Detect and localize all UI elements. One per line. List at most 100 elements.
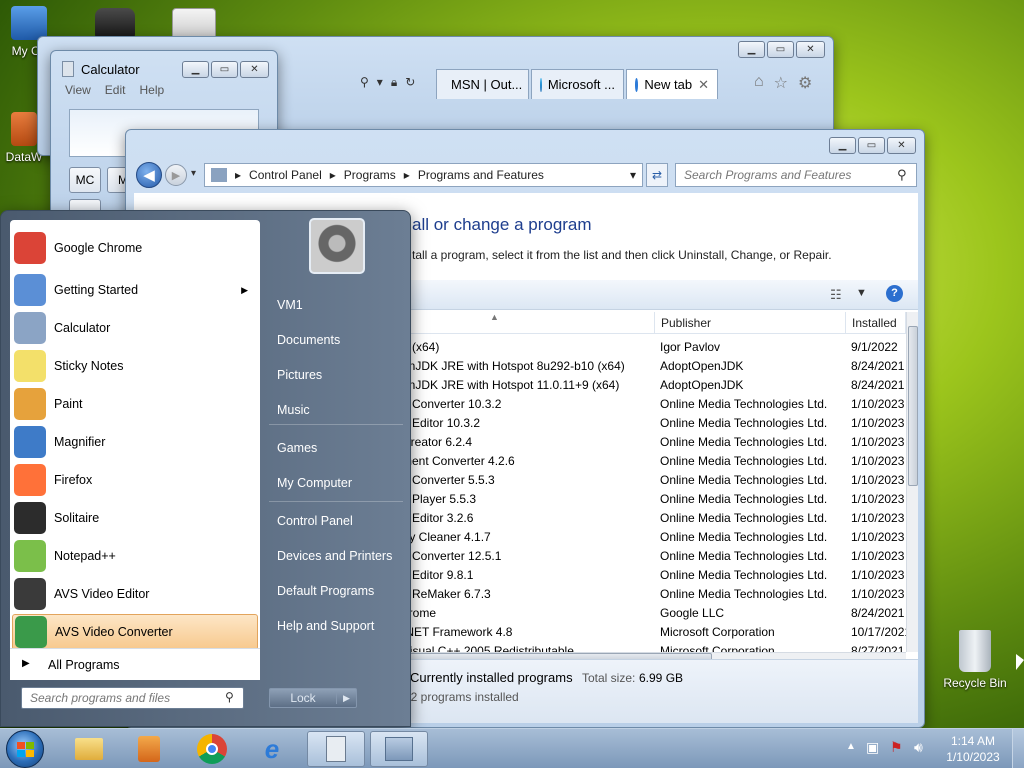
taskbar-control-panel-button[interactable]	[370, 731, 428, 767]
table-row[interactable]: o ReMaker 6.7.3 Online Media Technologies…	[402, 585, 906, 604]
start-item-google-chrome[interactable]: Google Chrome	[12, 230, 258, 266]
start-item-sticky-notes[interactable]: Sticky Notes	[12, 348, 258, 384]
table-row[interactable]: a Player 5.5.3 Online Media Technologies …	[402, 490, 906, 509]
close-button[interactable]: ✕	[887, 137, 916, 154]
refresh-icon[interactable]: ↻	[405, 75, 415, 93]
dropdown-icon[interactable]: ▾	[377, 75, 383, 93]
power-options-icon[interactable]: ▶	[336, 692, 356, 704]
column-name[interactable]	[402, 312, 655, 334]
start-item-solitaire[interactable]: Solitaire	[12, 500, 258, 536]
start-link-devices-and-printers[interactable]: Devices and Printers	[269, 542, 403, 570]
volume-icon[interactable]: 🔊︎	[914, 739, 923, 756]
table-row[interactable]: enJDK JRE with Hotspot 11.0.11+9 (x64) Ad…	[402, 376, 906, 395]
tab-microsoft[interactable]: Microsoft ...	[531, 69, 624, 99]
desktop-icon-recycle-bin[interactable]: Recycle Bin	[938, 630, 1012, 690]
vertical-scrollbar[interactable]	[906, 312, 918, 652]
show-desktop-button[interactable]	[1012, 729, 1024, 768]
start-item-calculator[interactable]: Calculator	[12, 310, 258, 346]
start-item-paint[interactable]: Paint	[12, 386, 258, 422]
table-row[interactable]: o Editor 3.2.6 Online Media Technologies …	[402, 509, 906, 528]
search-icon[interactable]: ⚲	[897, 167, 907, 183]
minimize-button[interactable]: ▁	[829, 137, 856, 154]
table-row[interactable]: o Converter 12.5.1 Online Media Technolog…	[402, 547, 906, 566]
taskbar-chrome-button[interactable]	[183, 731, 241, 767]
breadcrumb-separator-icon[interactable]: ▸	[330, 168, 336, 182]
start-link-default-programs[interactable]: Default Programs	[269, 577, 403, 605]
start-button[interactable]	[6, 730, 44, 768]
key-mc[interactable]: MC	[69, 167, 101, 193]
home-icon[interactable]: ⌂	[754, 73, 764, 93]
refresh-button[interactable]: ⇄	[646, 163, 668, 187]
breadcrumb-programs[interactable]: Programs	[344, 168, 396, 182]
forward-button[interactable]: ▶	[165, 164, 187, 186]
address-bar[interactable]: ▸ Control Panel ▸ Programs ▸ Programs an…	[204, 163, 643, 187]
table-row[interactable]: 1 (x64) Igor Pavlov 9/1/2022	[402, 338, 906, 357]
start-link-vm1[interactable]: VM1	[269, 291, 403, 319]
settings-icon[interactable]: ⚙	[798, 73, 812, 93]
menu-view[interactable]: View	[65, 83, 91, 97]
action-center-icon[interactable]: ⚑	[890, 739, 903, 756]
start-link-control-panel[interactable]: Control Panel	[269, 507, 403, 535]
tab-msn[interactable]: MSN | Out...	[436, 69, 529, 99]
network-icon[interactable]: ▣	[866, 739, 879, 756]
scrollbar-thumb[interactable]	[908, 326, 918, 486]
close-tab-icon[interactable]: ✕	[698, 77, 709, 93]
view-options-icon[interactable]: ☷	[830, 287, 842, 303]
start-link-games[interactable]: Games	[269, 434, 403, 462]
start-search-input[interactable]: Search programs and files	[21, 687, 244, 709]
table-row[interactable]: hrome Google LLC 8/24/2021	[402, 604, 906, 623]
start-link-music[interactable]: Music	[269, 396, 403, 424]
start-item-notepad[interactable]: Notepad++	[12, 538, 258, 574]
close-button[interactable]: ✕	[796, 41, 825, 58]
breadcrumb-programs-features[interactable]: Programs and Features	[418, 168, 544, 182]
history-dropdown-icon[interactable]: ▾	[191, 168, 196, 179]
start-link-my-computer[interactable]: My Computer	[269, 469, 403, 497]
user-avatar[interactable]	[309, 218, 365, 274]
maximize-button[interactable]: ▭	[211, 61, 238, 78]
table-row[interactable]: enJDK JRE with Hotspot 8u292-b10 (x64) Ad…	[402, 357, 906, 376]
breadcrumb-separator-icon[interactable]: ▸	[404, 168, 410, 182]
maximize-button[interactable]: ▭	[767, 41, 794, 58]
search-icon[interactable]: ⚲	[360, 75, 369, 93]
start-item-getting-started[interactable]: Getting Started ▶	[12, 272, 258, 308]
start-item-avs-video-editor[interactable]: AVS Video Editor	[12, 576, 258, 612]
lock-button[interactable]: Lock ▶	[269, 688, 357, 708]
show-hidden-icons-button[interactable]: ▲	[846, 741, 856, 752]
search-icon[interactable]: ⚲	[225, 690, 234, 704]
breadcrumb-control-panel[interactable]: Control Panel	[249, 168, 322, 182]
column-installed[interactable]: Installed	[846, 312, 906, 334]
menu-edit[interactable]: Edit	[105, 83, 126, 97]
view-dropdown-icon[interactable]: ▼	[856, 287, 867, 299]
table-row[interactable]: e Converter 5.5.3 Online Media Technologi…	[402, 471, 906, 490]
start-link-help-and-support[interactable]: Help and Support	[269, 612, 403, 640]
table-row[interactable]: ment Converter 4.2.6 Online Media Technol…	[402, 452, 906, 471]
table-row[interactable]: o Converter 10.3.2 Online Media Technolog…	[402, 395, 906, 414]
maximize-button[interactable]: ▭	[858, 137, 885, 154]
taskbar-calculator-button[interactable]	[307, 731, 365, 767]
start-link-pictures[interactable]: Pictures	[269, 361, 403, 389]
table-row[interactable]: .NET Framework 4.8 Microsoft Corporation 1…	[402, 623, 906, 642]
minimize-button[interactable]: ▁	[182, 61, 209, 78]
address-dropdown-icon[interactable]: ▾	[630, 168, 636, 182]
search-input[interactable]: Search Programs and Features	[675, 163, 917, 187]
close-button[interactable]: ✕	[240, 61, 269, 78]
taskbar-ie-button[interactable]: e	[243, 731, 301, 767]
table-row[interactable]: o Editor 10.3.2 Online Media Technologies…	[402, 414, 906, 433]
minimize-button[interactable]: ▁	[738, 41, 765, 58]
table-row[interactable]: try Cleaner 4.1.7 Online Media Technologi…	[402, 528, 906, 547]
column-publisher[interactable]: Publisher	[655, 312, 846, 334]
start-item-avs-video-converter[interactable]: AVS Video Converter	[12, 614, 258, 650]
taskbar-media-player-button[interactable]	[120, 731, 178, 767]
start-link-documents[interactable]: Documents	[269, 326, 403, 354]
favorites-icon[interactable]: ☆	[774, 73, 788, 93]
back-button[interactable]: ◀	[136, 162, 162, 188]
table-row[interactable]: o Editor 9.8.1 Online Media Technologies …	[402, 566, 906, 585]
start-item-magnifier[interactable]: Magnifier	[12, 424, 258, 460]
taskbar-explorer-button[interactable]	[60, 731, 118, 767]
table-row[interactable]: Creator 6.2.4 Online Media Technologies L…	[402, 433, 906, 452]
tab-new-tab[interactable]: New tab ✕	[626, 69, 718, 99]
clock[interactable]: 1:14 AM 1/10/2023	[940, 733, 1006, 765]
start-item-firefox[interactable]: Firefox	[12, 462, 258, 498]
breadcrumb-separator-icon[interactable]: ▸	[235, 168, 241, 182]
menu-help[interactable]: Help	[139, 83, 164, 97]
